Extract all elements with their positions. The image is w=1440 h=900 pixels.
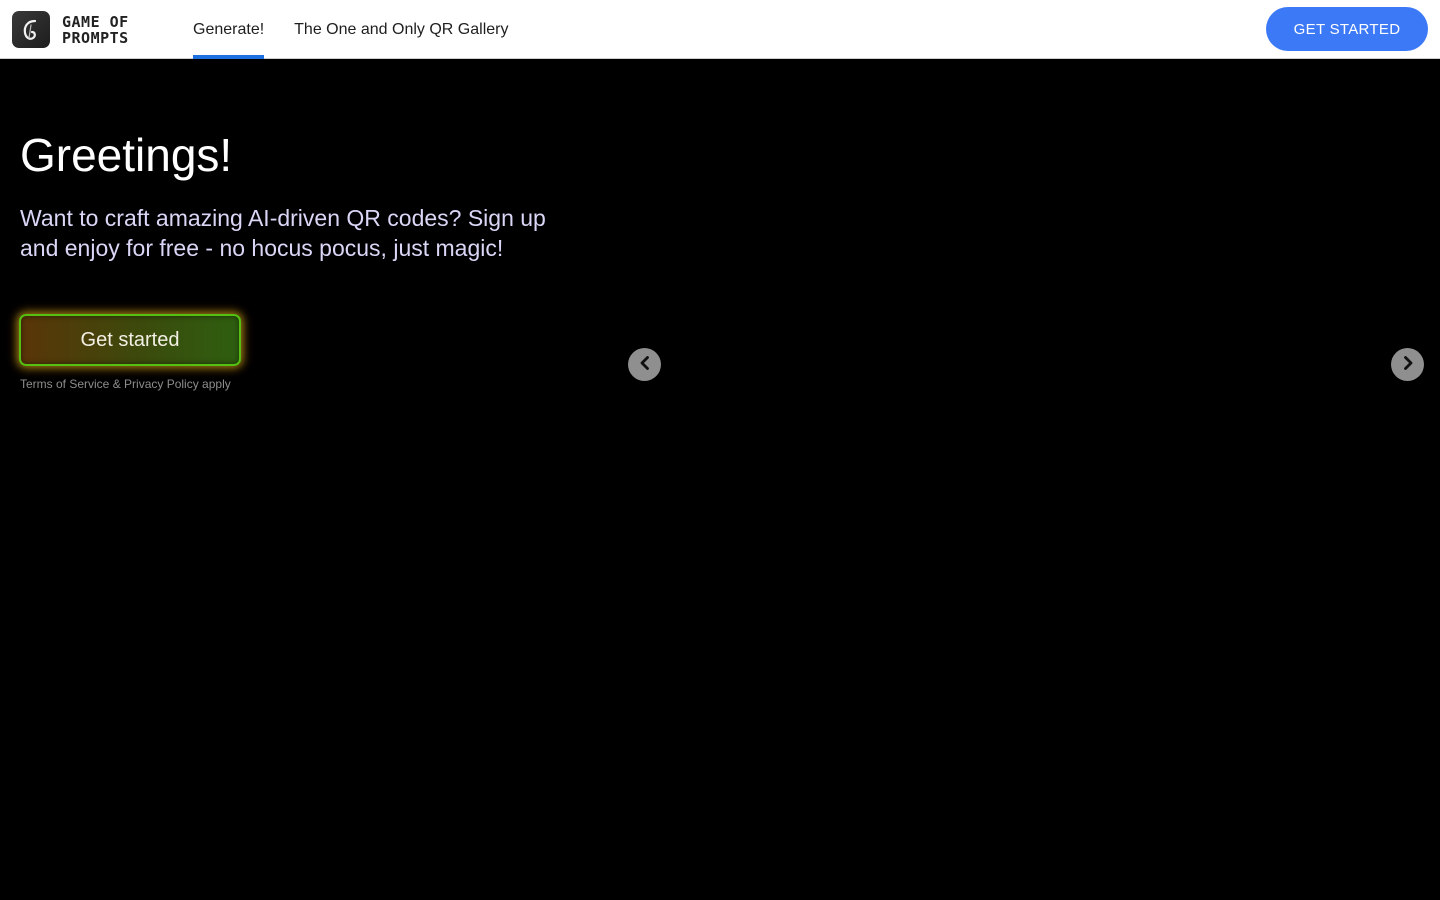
- nav-item-qr-gallery[interactable]: The One and Only QR Gallery: [294, 0, 508, 59]
- main-nav: Generate! The One and Only QR Gallery: [193, 0, 538, 59]
- logo-link[interactable]: GAME OF PROMPTS: [12, 11, 129, 48]
- top-navigation-bar: GAME OF PROMPTS Generate! The One and On…: [0, 0, 1440, 59]
- terms-notice: Terms of Service & Privacy Policy apply: [20, 377, 231, 391]
- logo-line-2: PROMPTS: [62, 28, 129, 47]
- get-started-header-button[interactable]: GET STARTED: [1266, 7, 1428, 51]
- chevron-left-icon: [637, 355, 653, 374]
- carousel-prev-button[interactable]: [628, 348, 661, 381]
- chevron-right-icon: [1400, 355, 1416, 374]
- logo-line-1: GAME OF: [62, 12, 129, 31]
- carousel-next-button[interactable]: [1391, 348, 1424, 381]
- get-started-button[interactable]: Get started: [19, 314, 241, 366]
- hero-title: Greetings!: [20, 129, 233, 181]
- hero-subtitle: Want to craft amazing AI-driven QR codes…: [20, 205, 546, 261]
- nav-item-generate[interactable]: Generate!: [193, 0, 265, 59]
- logo-mark-icon: [12, 11, 50, 48]
- logo-wordmark: GAME OF PROMPTS: [62, 14, 129, 46]
